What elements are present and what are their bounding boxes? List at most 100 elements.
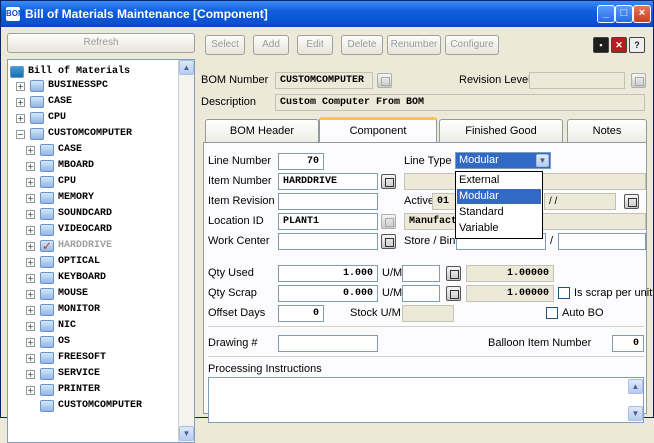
scroll-down-icon[interactable]: ▼: [628, 406, 643, 421]
active-label: Active: [404, 195, 434, 207]
collapse-icon[interactable]: −: [16, 130, 25, 139]
delete-button[interactable]: Delete: [341, 35, 383, 55]
chevron-down-icon[interactable]: ▼: [536, 154, 549, 167]
expand-icon[interactable]: +: [26, 146, 35, 155]
folder-icon: [40, 224, 54, 236]
scroll-up-icon[interactable]: ▲: [628, 379, 643, 394]
save-icon[interactable]: ▪: [593, 37, 609, 53]
tree-child-label: VIDEOCARD: [58, 224, 113, 235]
qty-used-um-label: U/M: [382, 267, 403, 279]
line-type-option-modular[interactable]: Modular: [457, 189, 541, 204]
tree-child-label: CUSTOMCOMPUTER: [58, 400, 143, 411]
folder-icon: [40, 352, 54, 364]
expand-icon[interactable]: +: [26, 306, 35, 315]
bom-maintenance-window: BOM Bill of Materials Maintenance [Compo…: [0, 0, 654, 443]
checkmark-icon: ✓: [42, 239, 53, 253]
expand-icon[interactable]: +: [26, 194, 35, 203]
refresh-button[interactable]: Refresh: [7, 33, 195, 53]
line-type-option-variable[interactable]: Variable: [457, 221, 541, 236]
auto-bo-checkbox[interactable]: [546, 307, 558, 319]
qty-scrap-um-field[interactable]: [402, 285, 440, 302]
renumber-button[interactable]: Renumber: [387, 35, 441, 55]
tree-child-label: OPTICAL: [58, 256, 101, 267]
work-center-field[interactable]: [278, 233, 378, 250]
scrap-per-unit-checkbox[interactable]: [558, 287, 570, 299]
line-type-option-standard[interactable]: Standard: [457, 205, 541, 220]
qty-used-label: Qty Used: [208, 267, 254, 279]
expand-icon[interactable]: +: [26, 354, 35, 363]
location-lookup-icon[interactable]: [381, 214, 396, 229]
detail-panel: Select Add Edit Delete Renumber Configur…: [201, 31, 654, 423]
drawing-number-field[interactable]: [278, 335, 378, 352]
minimize-button[interactable]: _: [597, 5, 615, 23]
bom-number-field[interactable]: CUSTOMCOMPUTER: [275, 72, 373, 89]
revision-lookup-icon[interactable]: [631, 73, 646, 88]
bom-tree[interactable]: Bill of Materials + BUSINESSPC + CASE + …: [7, 59, 195, 443]
bom-lookup-icon[interactable]: [377, 73, 392, 88]
tab-bom-header[interactable]: BOM Header: [205, 119, 319, 143]
maximize-button[interactable]: □: [615, 5, 633, 23]
bin-field[interactable]: [558, 233, 646, 250]
expand-icon[interactable]: +: [26, 370, 35, 379]
calendar-icon[interactable]: [624, 194, 639, 209]
tab-notes[interactable]: Notes: [567, 119, 647, 143]
expand-icon[interactable]: +: [16, 82, 25, 91]
folder-icon: [40, 160, 54, 172]
tree-scrollbar[interactable]: ▲ ▼: [178, 60, 194, 442]
expand-icon[interactable]: +: [26, 258, 35, 267]
expand-icon[interactable]: +: [16, 98, 25, 107]
auto-bo-label: Auto BO: [562, 307, 604, 319]
expand-icon[interactable]: +: [26, 242, 35, 251]
expand-icon[interactable]: +: [26, 178, 35, 187]
item-lookup-icon[interactable]: [381, 174, 396, 189]
close-button[interactable]: ×: [633, 5, 651, 23]
work-center-lookup-icon[interactable]: [381, 234, 396, 249]
qty-used-um-field[interactable]: [402, 265, 440, 282]
folder-icon: [40, 256, 54, 268]
help-icon[interactable]: ?: [629, 37, 645, 53]
line-type-option-external[interactable]: External: [457, 173, 541, 188]
scroll-up-icon[interactable]: ▲: [179, 60, 194, 75]
processing-instructions-textarea[interactable]: ▲ ▼: [208, 377, 644, 423]
qty-used-field[interactable]: 1.000: [278, 265, 378, 282]
folder-icon: [30, 128, 44, 140]
tree-child-label: MONITOR: [58, 304, 101, 315]
offset-days-field[interactable]: 0: [278, 305, 324, 322]
expand-icon[interactable]: +: [16, 114, 25, 123]
tree-child-label: CASE: [58, 144, 83, 155]
qty-used-conversion-field: 1.00000: [466, 265, 554, 282]
title-bar[interactable]: BOM Bill of Materials Maintenance [Compo…: [1, 1, 653, 27]
close-record-icon[interactable]: ✕: [611, 37, 627, 53]
qty-scrap-field[interactable]: 0.000: [278, 285, 378, 302]
um-lookup-icon[interactable]: [446, 286, 461, 301]
expand-icon[interactable]: +: [26, 162, 35, 171]
tab-component[interactable]: Component: [319, 117, 437, 143]
scroll-down-icon[interactable]: ▼: [179, 426, 194, 441]
location-id-field[interactable]: PLANT1: [278, 213, 378, 230]
expand-icon[interactable]: +: [26, 290, 35, 299]
date-field[interactable]: / /: [544, 193, 616, 210]
line-type-dropdown[interactable]: External Modular Standard Variable: [455, 171, 543, 239]
item-revision-field[interactable]: [278, 193, 378, 210]
tab-finished-good[interactable]: Finished Good: [439, 119, 563, 143]
line-number-field[interactable]: 70: [278, 153, 324, 170]
balloon-item-field[interactable]: 0: [612, 335, 644, 352]
scrap-per-unit-label: Is scrap per unit?: [574, 287, 654, 299]
expand-icon[interactable]: +: [26, 210, 35, 219]
expand-icon[interactable]: +: [26, 322, 35, 331]
description-field[interactable]: Custom Computer From BOM: [275, 94, 645, 111]
expand-icon[interactable]: +: [26, 274, 35, 283]
expand-icon[interactable]: +: [26, 386, 35, 395]
configure-button[interactable]: Configure: [445, 35, 499, 55]
expand-icon[interactable]: +: [26, 338, 35, 347]
add-button[interactable]: Add: [253, 35, 289, 55]
expand-icon[interactable]: +: [26, 226, 35, 235]
select-button[interactable]: Select: [205, 35, 245, 55]
edit-button[interactable]: Edit: [297, 35, 333, 55]
stock-um-field: [402, 305, 454, 322]
line-type-select[interactable]: Modular ▼: [455, 152, 551, 169]
folder-icon: [40, 288, 54, 300]
um-lookup-icon[interactable]: [446, 266, 461, 281]
revision-level-field[interactable]: [529, 72, 625, 89]
item-number-field[interactable]: HARDDRIVE: [278, 173, 378, 190]
